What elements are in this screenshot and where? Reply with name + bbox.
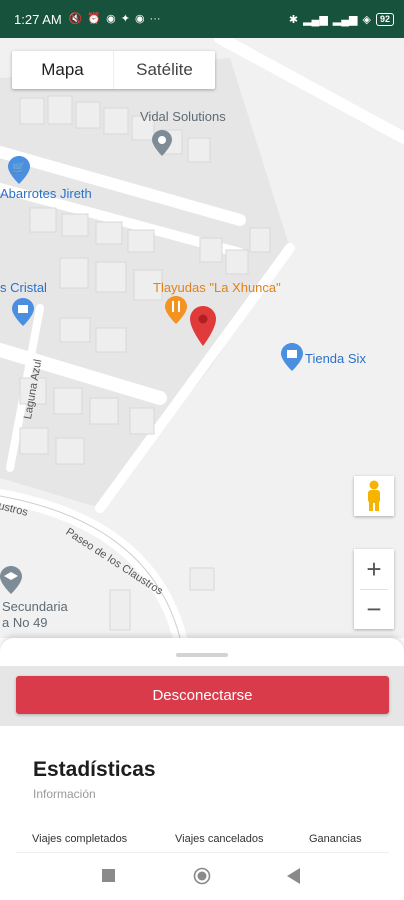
poi-tienda-six[interactable]: Tienda Six <box>305 351 366 366</box>
navigation-bar <box>0 852 404 900</box>
restaurant-icon <box>165 296 187 324</box>
poi-secundaria[interactable]: Secundaria <box>2 599 68 614</box>
poi-vidal-solutions[interactable]: Vidal Solutions <box>140 109 226 124</box>
stats-subtitle: Información <box>33 787 96 801</box>
svg-text:🛒: 🛒 <box>12 161 26 174</box>
triangle-back-icon[interactable] <box>287 868 301 884</box>
stats-title: Estadísticas <box>33 758 156 781</box>
poi-label: s Cristal <box>0 280 47 295</box>
poi-secundaria-2: a No 49 <box>2 615 48 630</box>
zoom-in-icon: + <box>366 553 382 584</box>
poi-label: a No 49 <box>2 615 48 630</box>
wifi-icon: ◈ <box>362 13 371 26</box>
square-icon[interactable] <box>102 869 115 882</box>
poi-abarrotes-jireth[interactable]: Abarrotes Jireth <box>0 186 92 201</box>
map-view[interactable]: Mapa Satélite Vidal Solutions 🛒 Abarrote… <box>0 38 404 638</box>
status-bar: 1:27 AM 🔇 ⏰ ◉ ✦ ◉ ··· ✱ ▂▄▆ ▂▄▆ ◈ 92 <box>0 0 404 38</box>
nav-separator <box>16 852 389 853</box>
battery-icon: 92 <box>375 12 394 26</box>
more-icon: ··· <box>149 12 161 25</box>
pegman-icon <box>368 480 380 511</box>
status-time: 1:27 AM <box>14 11 62 27</box>
zoom-out-button[interactable]: − <box>354 589 394 629</box>
pin-icon <box>152 130 172 156</box>
stat-earnings-label: Ganancias <box>309 833 362 845</box>
stat-completed-trips-label: Viajes completados <box>32 833 128 845</box>
disconnect-button[interactable]: Desconectarse <box>16 676 389 714</box>
twitter-icon: ✦ <box>120 12 130 25</box>
location-marker-icon[interactable] <box>190 306 216 346</box>
facebook-icon: ◉ <box>106 12 116 25</box>
circle-icon[interactable] <box>193 867 211 885</box>
zoom-controls: + − <box>354 549 394 629</box>
zoom-in-button[interactable]: + <box>354 549 394 589</box>
poi-label: Secundaria <box>2 599 68 614</box>
battery-level: 92 <box>379 13 390 24</box>
map-type-satellite[interactable]: Satélite <box>113 51 215 89</box>
shopping-bag-icon <box>281 343 303 371</box>
poi-label: Tienda Six <box>305 351 366 366</box>
poi-tlayudas[interactable]: Tlayudas "La Xhunca" <box>153 280 281 295</box>
signal-icon: ▂▄▆ <box>332 13 358 26</box>
stat-cancelled-trips-label: Viajes cancelados <box>175 833 264 845</box>
mute-icon: 🔇 <box>68 12 83 25</box>
poi-label: Abarrotes Jireth <box>0 186 92 201</box>
signal-icon: ▂▄▆ <box>303 13 328 26</box>
shopping-cart-icon: 🛒 <box>8 156 30 184</box>
street-view-button[interactable] <box>354 476 394 516</box>
map-type-toggle: Mapa Satélite <box>12 51 215 89</box>
school-icon <box>0 566 22 594</box>
drag-handle[interactable] <box>176 653 228 657</box>
shopping-bag-icon <box>12 298 34 326</box>
poi-label: Tlayudas "La Xhunca" <box>153 280 281 295</box>
facebook-icon: ◉ <box>134 12 145 25</box>
alarm-icon: ⏰ <box>87 12 102 25</box>
zoom-out-icon: − <box>366 594 382 625</box>
poi-cristal[interactable]: s Cristal <box>0 280 47 295</box>
poi-label: Vidal Solutions <box>140 109 226 124</box>
map-type-map[interactable]: Mapa <box>12 51 113 89</box>
bluetooth-icon: ✱ <box>288 13 299 26</box>
